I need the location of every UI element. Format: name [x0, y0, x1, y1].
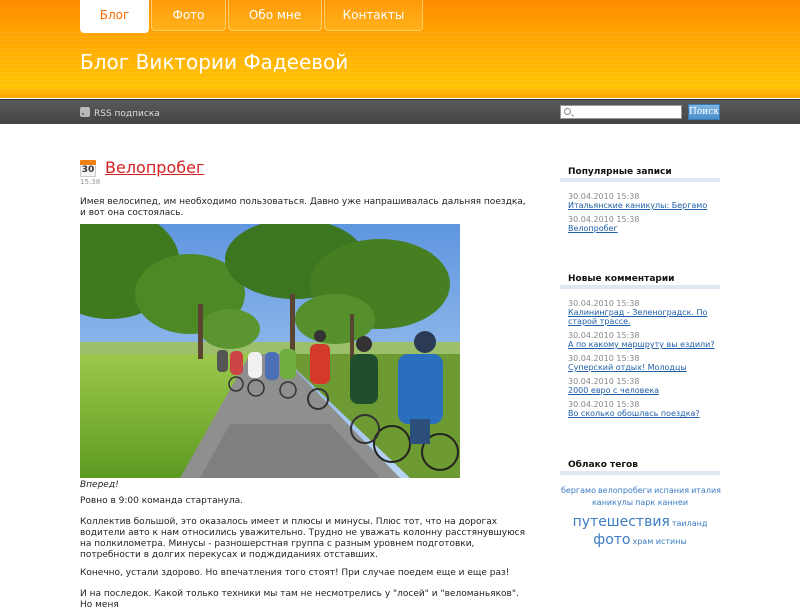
comment-date: 30.04.2010 15:38: [568, 377, 640, 386]
comment-link[interactable]: Суперский отдых! Молодцы: [568, 363, 718, 372]
tag-link[interactable]: испания: [654, 486, 689, 495]
tag-cloud-title: Облако тегов: [568, 460, 638, 470]
comment-link[interactable]: Калининград - Зеленоградск. По старой тр…: [568, 308, 718, 326]
tab-photo[interactable]: Фото: [151, 0, 226, 31]
site-header: Блог Фото Обо мне Контакты Блог Виктории…: [0, 0, 800, 98]
tab-blog[interactable]: Блог: [80, 0, 149, 33]
post-time: 15:38: [80, 178, 101, 186]
toolbar: RSS подписка Поиск: [0, 99, 800, 124]
tag-link[interactable]: велопробеги: [598, 486, 652, 495]
search-input[interactable]: [560, 105, 682, 119]
rss-icon: [80, 107, 90, 117]
post-paragraph-4: И на последок. Какой только техники мы т…: [80, 589, 519, 610]
tag-link[interactable]: каникулы: [592, 498, 633, 507]
comment-date: 30.04.2010 15:38: [568, 331, 640, 340]
tag-cloud: бергамо велопробеги испания италия каникулы…: [560, 485, 721, 549]
widget-divider: [560, 471, 720, 475]
tab-about[interactable]: Обо мне: [228, 0, 322, 31]
post-title[interactable]: Велопробег: [105, 158, 204, 177]
popular-posts-title: Популярные записи: [568, 167, 672, 177]
comment-date: 30.04.2010 15:38: [568, 400, 640, 409]
popular-date: 30.04.2010 15:38: [568, 192, 640, 201]
tab-contacts[interactable]: Контакты: [324, 0, 423, 31]
post-paragraph-3: Конечно, устали здорово. Но впечатления …: [80, 568, 510, 578]
tag-link[interactable]: италия: [691, 486, 721, 495]
tag-link[interactable]: бергамо: [561, 486, 596, 495]
comment-link[interactable]: 2000 евро с человека: [568, 386, 718, 395]
widget-divider: [560, 178, 720, 182]
popular-date: 30.04.2010 15:38: [568, 215, 640, 224]
tag-link[interactable]: таиланд: [672, 519, 708, 528]
rss-label: RSS подписка: [94, 109, 160, 119]
post-paragraph-1: Ровно в 9:00 команда стартанула.: [80, 496, 243, 506]
search-button[interactable]: Поиск: [688, 104, 720, 120]
tag-link[interactable]: фото: [593, 532, 630, 548]
comment-date: 30.04.2010 15:38: [568, 299, 640, 308]
popular-link[interactable]: Велопробег: [568, 224, 718, 233]
site-title[interactable]: Блог Виктории Фадеевой: [80, 50, 348, 74]
popular-link[interactable]: Итальянские каникулы: Бергамо: [568, 201, 718, 210]
comment-link[interactable]: Во сколько обошлась поездка?: [568, 409, 718, 418]
search-icon: [564, 108, 571, 115]
comment-link[interactable]: А по какому маршруту вы ездили?: [568, 340, 718, 349]
post-day: 30: [80, 165, 96, 177]
post-photo: [80, 224, 460, 478]
tag-link[interactable]: путешествия: [573, 514, 670, 530]
tag-link[interactable]: парк каннеи: [635, 498, 688, 507]
comment-date: 30.04.2010 15:38: [568, 354, 640, 363]
new-comments-title: Новые комментарии: [568, 274, 675, 284]
photo-caption: Вперед!: [80, 480, 119, 490]
rss-link[interactable]: RSS подписка: [80, 107, 160, 119]
post-paragraph-2: Коллектив большой, это оказалось имеет и…: [80, 517, 526, 560]
widget-divider: [560, 285, 720, 289]
post-date-badge: 30: [80, 160, 96, 177]
tag-link[interactable]: храм истины: [632, 537, 686, 546]
post-intro: Имея велосипед, им необходимо пользовать…: [80, 197, 526, 218]
